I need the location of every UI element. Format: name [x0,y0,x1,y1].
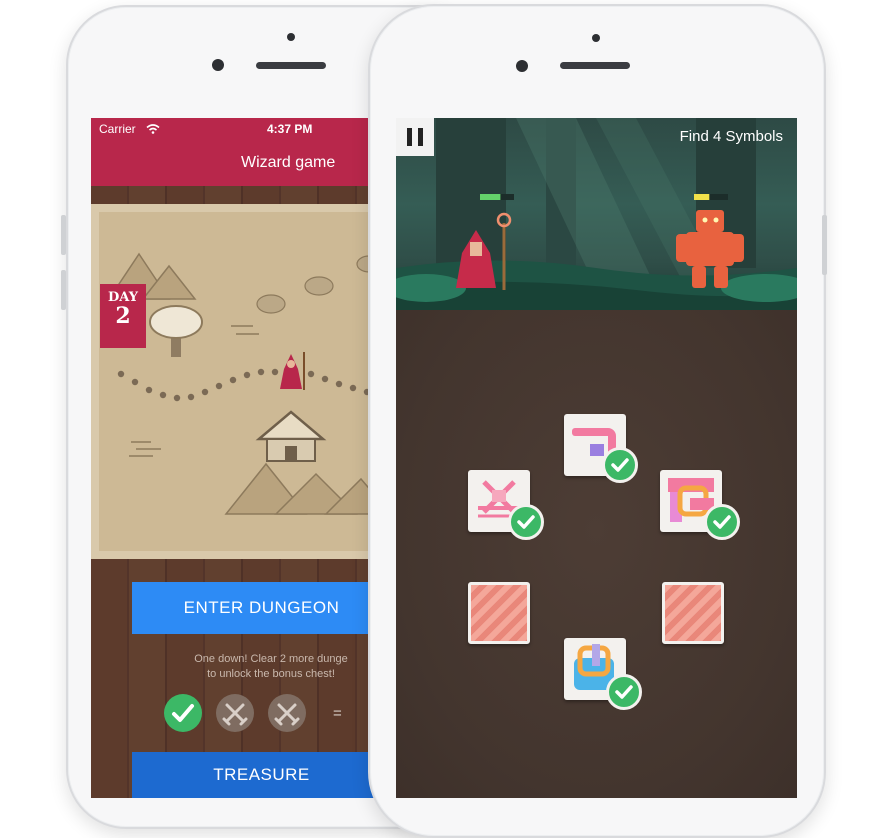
left-phone-camera [212,59,224,71]
right-phone-speaker [560,62,630,69]
dungeon-badge-locked [216,694,254,732]
day-number: 2 [115,303,131,329]
dungeon-badge-locked [268,694,306,732]
mountains-bottom-icon [224,462,391,515]
matched-check-badge [602,447,638,483]
tree-icon [149,305,203,357]
status-bar: Carrier 4:37 PM [91,118,391,140]
progress-text-line2: to unlock the bonus chest! [207,668,335,680]
path-dots-icon [117,368,371,402]
equals-sign: = [333,705,342,722]
left-phone-sensor-dot [287,33,295,41]
matched-check-badge [508,504,544,540]
nav-title: Wizard game [241,154,336,171]
pause-button[interactable] [396,118,434,156]
carrier-label: Carrier [99,122,136,136]
player-health-fill [480,194,501,200]
checkmark-icon [517,515,535,529]
enter-dungeon-button[interactable]: ENTER DUNGEON [132,582,391,634]
matched-check-badge [704,504,740,540]
symbol-card-lower-right-hidden[interactable] [662,582,724,644]
dungeon-badge-cleared [164,694,202,732]
crossed-swords-icon [274,703,300,726]
forest-illustration [396,118,797,310]
symbol-board [396,310,797,798]
navigation-bar: Wizard game [91,140,391,186]
wifi-icon [146,124,160,134]
checkmark-icon [172,704,194,722]
checkmark-icon [611,458,629,472]
enemy-health-fill [694,194,710,200]
status-time: 4:37 PM [267,122,313,136]
crossed-swords-icon [222,703,248,726]
wizard-map-marker-icon [280,352,305,390]
dungeon-house-icon [255,410,327,462]
right-phone-side-button [822,215,827,275]
pause-icon [407,128,423,146]
dungeon-progress-text: One down! Clear 2 more dunge to unlock t… [151,652,391,682]
right-phone-camera [516,60,528,72]
objective-text: Find 4 Symbols [679,128,783,145]
left-phone-side-button [61,215,66,255]
right-phone-sensor-dot [592,34,600,42]
treasure-button[interactable]: TREASURE [132,752,391,798]
battle-game-screen: Find 4 Symbols [396,118,797,798]
left-phone-side-button [61,270,66,310]
checkmark-icon [615,685,633,699]
wizard-game-screen: Carrier 4:37 PM Wizard game DAY 2 ENTER … [91,118,391,798]
shrubs-icon [256,255,382,314]
checkmark-icon [713,515,731,529]
day-badge: DAY 2 [100,284,146,348]
map-illustration [107,252,391,515]
symbol-card-lower-left-hidden[interactable] [468,582,530,644]
left-phone-speaker [256,62,326,69]
forest-battle-scene: Find 4 Symbols [396,118,797,310]
progress-text-line1: One down! Clear 2 more dunge [194,653,348,665]
matched-check-badge [606,674,642,710]
treasure-map: DAY 2 [91,204,391,559]
